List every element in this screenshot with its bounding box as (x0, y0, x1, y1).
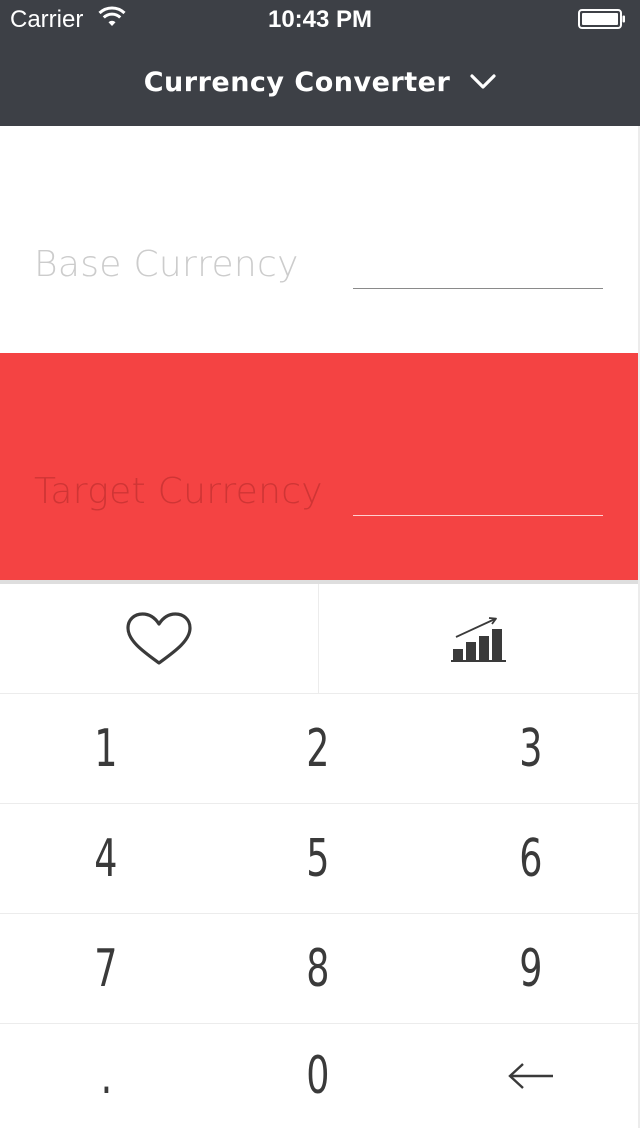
key-label: . (100, 1046, 112, 1106)
backspace-button[interactable] (424, 1024, 638, 1128)
base-currency-label[interactable]: Base Currency (34, 244, 299, 285)
key-6[interactable]: 6 (424, 804, 638, 914)
key-8[interactable]: 8 (212, 914, 424, 1024)
target-currency-section: Target Currency (0, 353, 638, 580)
key-label: 7 (94, 938, 118, 999)
key-label: 4 (94, 828, 118, 889)
favorite-button[interactable] (0, 584, 319, 694)
key-9[interactable]: 9 (424, 914, 638, 1024)
action-row (0, 584, 638, 694)
target-currency-label[interactable]: Target Currency (34, 471, 323, 512)
key-label: 6 (519, 828, 543, 889)
target-amount-input[interactable] (353, 466, 603, 516)
key-decimal[interactable]: . (0, 1024, 212, 1128)
key-3[interactable]: 3 (424, 694, 638, 804)
heart-icon (126, 612, 192, 665)
chart-button[interactable] (319, 584, 638, 694)
key-label: 2 (306, 718, 330, 779)
app-header: Carrier 10:43 PM Currency Converter (0, 0, 640, 126)
key-label: 0 (306, 1046, 330, 1106)
key-label: 9 (519, 938, 543, 999)
key-1[interactable]: 1 (0, 694, 212, 804)
key-2[interactable]: 2 (212, 694, 424, 804)
key-7[interactable]: 7 (0, 914, 212, 1024)
base-currency-section: Base Currency (0, 126, 638, 353)
key-0[interactable]: 0 (212, 1024, 424, 1128)
chart-trend-icon (450, 617, 506, 662)
currency-selector[interactable]: Currency Converter (0, 62, 640, 102)
key-label: 3 (519, 718, 543, 779)
page-title: Currency Converter (143, 66, 451, 98)
status-time: 10:43 PM (267, 6, 373, 33)
status-bar: Carrier 10:43 PM (0, 0, 640, 40)
numeric-keypad: 1 2 3 4 5 6 7 8 9 . 0 (0, 694, 638, 1128)
key-label: 1 (94, 718, 118, 779)
back-arrow-icon (508, 1063, 553, 1089)
key-label: 8 (306, 938, 330, 999)
battery-icon (578, 9, 625, 29)
key-4[interactable]: 4 (0, 804, 212, 914)
chevron-down-icon[interactable] (470, 73, 496, 91)
base-amount-input[interactable] (353, 239, 603, 289)
key-label: 5 (306, 828, 330, 889)
key-5[interactable]: 5 (212, 804, 424, 914)
